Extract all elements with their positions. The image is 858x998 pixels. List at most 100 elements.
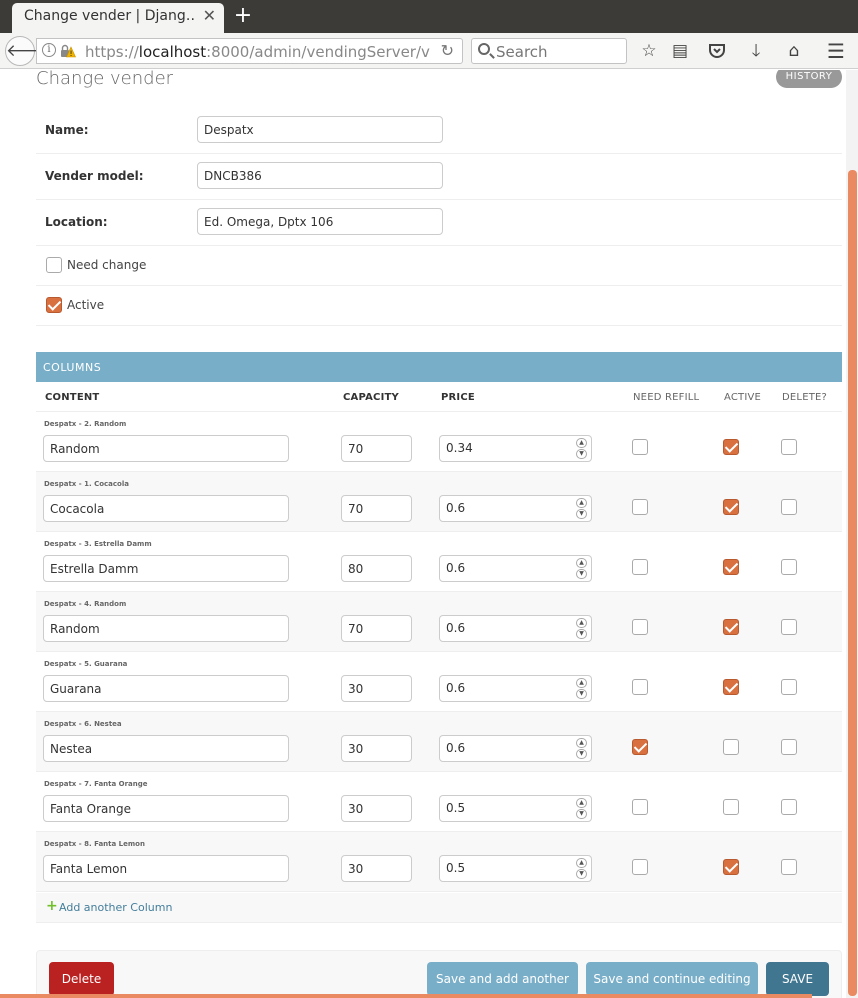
pocket-icon[interactable]	[707, 41, 727, 61]
price-spinner[interactable]: ▲ ▼	[576, 798, 587, 819]
need-refill-checkbox[interactable]	[632, 859, 648, 875]
reading-list-icon[interactable]: ▤	[670, 41, 690, 61]
location-input[interactable]	[197, 208, 443, 235]
price-spinner[interactable]: ▲ ▼	[576, 498, 587, 519]
price-spinner[interactable]: ▲ ▼	[576, 558, 587, 579]
need-change-checkbox[interactable]	[46, 257, 62, 273]
need-refill-checkbox[interactable]	[632, 799, 648, 815]
spin-up-icon[interactable]: ▲	[576, 438, 587, 448]
capacity-input[interactable]	[341, 675, 412, 702]
price-spinner[interactable]: ▲ ▼	[576, 618, 587, 639]
price-input[interactable]: 0.6 ▲ ▼	[439, 615, 592, 642]
spin-up-icon[interactable]: ▲	[576, 798, 587, 808]
need-refill-checkbox[interactable]	[632, 739, 648, 755]
row-active-checkbox[interactable]	[723, 619, 739, 635]
content-input[interactable]	[43, 675, 289, 702]
browser-tab[interactable]: Change vender | Djang… ✕	[12, 3, 224, 33]
name-input[interactable]	[197, 116, 443, 143]
spin-up-icon[interactable]: ▲	[576, 618, 587, 628]
price-spinner[interactable]: ▲ ▼	[576, 678, 587, 699]
price-spinner[interactable]: ▲ ▼	[576, 738, 587, 759]
spin-up-icon[interactable]: ▲	[576, 678, 587, 688]
url-bar[interactable]: i https://localhost:8000/admin/vendingSe…	[36, 38, 463, 64]
back-arrow-icon[interactable]: 🡐	[5, 36, 52, 66]
row-active-checkbox[interactable]	[723, 559, 739, 575]
reload-icon[interactable]: ↻	[441, 41, 454, 60]
delete-button[interactable]: Delete	[49, 962, 114, 996]
insecure-lock-icon[interactable]	[60, 44, 76, 58]
price-input[interactable]: 0.5 ▲ ▼	[439, 795, 592, 822]
search-bar[interactable]: Search	[471, 38, 627, 64]
content-input[interactable]	[43, 495, 289, 522]
save-and-continue-button[interactable]: Save and continue editing	[586, 962, 758, 996]
price-input[interactable]: 0.5 ▲ ▼	[439, 855, 592, 882]
spin-down-icon[interactable]: ▼	[576, 809, 587, 819]
spin-down-icon[interactable]: ▼	[576, 869, 587, 879]
save-button[interactable]: SAVE	[766, 962, 829, 996]
horizontal-scrollbar[interactable]	[0, 994, 812, 998]
tab-close-icon[interactable]: ✕	[203, 6, 216, 26]
content-input[interactable]	[43, 795, 289, 822]
spin-up-icon[interactable]: ▲	[576, 498, 587, 508]
plus-icon[interactable]: +	[46, 898, 58, 914]
delete-checkbox[interactable]	[781, 619, 797, 635]
price-input[interactable]: 0.6 ▲ ▼	[439, 555, 592, 582]
capacity-input[interactable]	[341, 615, 412, 642]
save-and-add-another-button[interactable]: Save and add another	[427, 962, 578, 996]
need-refill-checkbox[interactable]	[632, 679, 648, 695]
need-refill-checkbox[interactable]	[632, 559, 648, 575]
row-active-checkbox[interactable]	[723, 739, 739, 755]
capacity-input[interactable]	[341, 435, 412, 462]
bookmark-star-icon[interactable]: ☆	[639, 41, 659, 61]
price-input[interactable]: 0.34 ▲ ▼	[439, 435, 592, 462]
row-active-checkbox[interactable]	[723, 799, 739, 815]
price-input[interactable]: 0.6 ▲ ▼	[439, 735, 592, 762]
vertical-scrollbar-thumb[interactable]	[848, 170, 857, 996]
content-input[interactable]	[43, 555, 289, 582]
price-input[interactable]: 0.6 ▲ ▼	[439, 675, 592, 702]
spin-down-icon[interactable]: ▼	[576, 449, 587, 459]
menu-icon[interactable]: ☰	[826, 41, 846, 61]
delete-checkbox[interactable]	[781, 859, 797, 875]
row-active-checkbox[interactable]	[723, 859, 739, 875]
spin-down-icon[interactable]: ▼	[576, 509, 587, 519]
spin-up-icon[interactable]: ▲	[576, 558, 587, 568]
delete-checkbox[interactable]	[781, 499, 797, 515]
spin-up-icon[interactable]: ▲	[576, 738, 587, 748]
content-input[interactable]	[43, 435, 289, 462]
model-input[interactable]	[197, 162, 443, 189]
url-text[interactable]: https://localhost:8000/admin/vendingServ…	[85, 43, 435, 61]
active-checkbox[interactable]	[46, 297, 62, 313]
new-tab-icon[interactable]: +	[232, 3, 254, 29]
spin-down-icon[interactable]: ▼	[576, 629, 587, 639]
capacity-input[interactable]	[341, 555, 412, 582]
row-active-checkbox[interactable]	[723, 499, 739, 515]
delete-checkbox[interactable]	[781, 559, 797, 575]
capacity-input[interactable]	[341, 795, 412, 822]
content-input[interactable]	[43, 855, 289, 882]
capacity-input[interactable]	[341, 855, 412, 882]
delete-checkbox[interactable]	[781, 739, 797, 755]
download-icon[interactable]: 🡓	[746, 41, 766, 61]
info-icon[interactable]: i	[42, 43, 56, 57]
row-active-checkbox[interactable]	[723, 679, 739, 695]
spin-down-icon[interactable]: ▼	[576, 749, 587, 759]
capacity-input[interactable]	[341, 735, 412, 762]
home-icon[interactable]: ⌂	[784, 41, 804, 61]
spin-up-icon[interactable]: ▲	[576, 858, 587, 868]
spin-down-icon[interactable]: ▼	[576, 569, 587, 579]
row-active-checkbox[interactable]	[723, 439, 739, 455]
spin-down-icon[interactable]: ▼	[576, 689, 587, 699]
price-spinner[interactable]: ▲ ▼	[576, 858, 587, 879]
content-input[interactable]	[43, 615, 289, 642]
capacity-input[interactable]	[341, 495, 412, 522]
need-refill-checkbox[interactable]	[632, 619, 648, 635]
content-input[interactable]	[43, 735, 289, 762]
price-spinner[interactable]: ▲ ▼	[576, 438, 587, 459]
need-refill-checkbox[interactable]	[632, 439, 648, 455]
price-input[interactable]: 0.6 ▲ ▼	[439, 495, 592, 522]
need-refill-checkbox[interactable]	[632, 499, 648, 515]
delete-checkbox[interactable]	[781, 799, 797, 815]
delete-checkbox[interactable]	[781, 439, 797, 455]
history-button[interactable]: HISTORY	[776, 70, 842, 88]
